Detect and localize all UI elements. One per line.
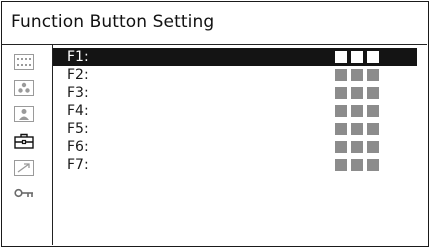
value-block (351, 123, 363, 135)
assigned-value (335, 87, 379, 99)
value-block (351, 159, 363, 171)
function-row-f5[interactable]: F5: (53, 120, 417, 138)
sidebar-tab-color[interactable] (13, 79, 35, 97)
toolbox-icon (14, 133, 34, 149)
value-block (335, 159, 347, 171)
assigned-value (335, 105, 379, 117)
sidebar (1, 45, 52, 245)
function-row-f1[interactable]: F1: (53, 48, 417, 66)
assigned-value (335, 51, 379, 63)
assigned-value (335, 159, 379, 171)
page-title: Function Button Setting (11, 12, 215, 32)
function-row-f3[interactable]: F3: (53, 84, 417, 102)
sidebar-tab-function[interactable] (13, 132, 35, 150)
assigned-value (335, 141, 379, 153)
assigned-value (335, 69, 379, 81)
value-block (367, 159, 379, 171)
function-row-f2[interactable]: F2: (53, 66, 417, 84)
function-row-f4[interactable]: F4: (53, 102, 417, 120)
function-row-f7[interactable]: F7: (53, 156, 417, 174)
value-block (367, 123, 379, 135)
function-label: F1: (67, 49, 89, 65)
function-label: F2: (67, 67, 89, 83)
value-block (351, 69, 363, 81)
key-icon (14, 188, 33, 198)
sidebar-tab-person[interactable] (13, 105, 35, 123)
function-label: F4: (67, 103, 89, 119)
value-block (351, 105, 363, 117)
arrow-box-icon (14, 160, 34, 176)
dotted-grid-icon (14, 54, 34, 70)
value-block (367, 51, 379, 63)
value-block (351, 51, 363, 63)
assigned-value (335, 123, 379, 135)
value-block (335, 141, 347, 153)
sidebar-tab-key[interactable] (13, 184, 35, 202)
function-label: F7: (67, 157, 89, 173)
value-block (367, 69, 379, 81)
value-block (335, 105, 347, 117)
function-label: F6: (67, 139, 89, 155)
title-divider (1, 44, 427, 45)
value-block (351, 87, 363, 99)
value-block (335, 51, 347, 63)
value-block (367, 87, 379, 99)
value-block (335, 123, 347, 135)
sidebar-tab-output[interactable] (13, 159, 35, 177)
person-icon (14, 106, 34, 122)
value-block (367, 141, 379, 153)
color-dots-icon (14, 80, 34, 96)
value-block (335, 87, 347, 99)
function-label: F3: (67, 85, 89, 101)
function-label: F5: (67, 121, 89, 137)
value-block (367, 105, 379, 117)
sidebar-tab-display[interactable] (13, 53, 35, 71)
function-row-f6[interactable]: F6: (53, 138, 417, 156)
value-block (335, 69, 347, 81)
value-block (351, 141, 363, 153)
